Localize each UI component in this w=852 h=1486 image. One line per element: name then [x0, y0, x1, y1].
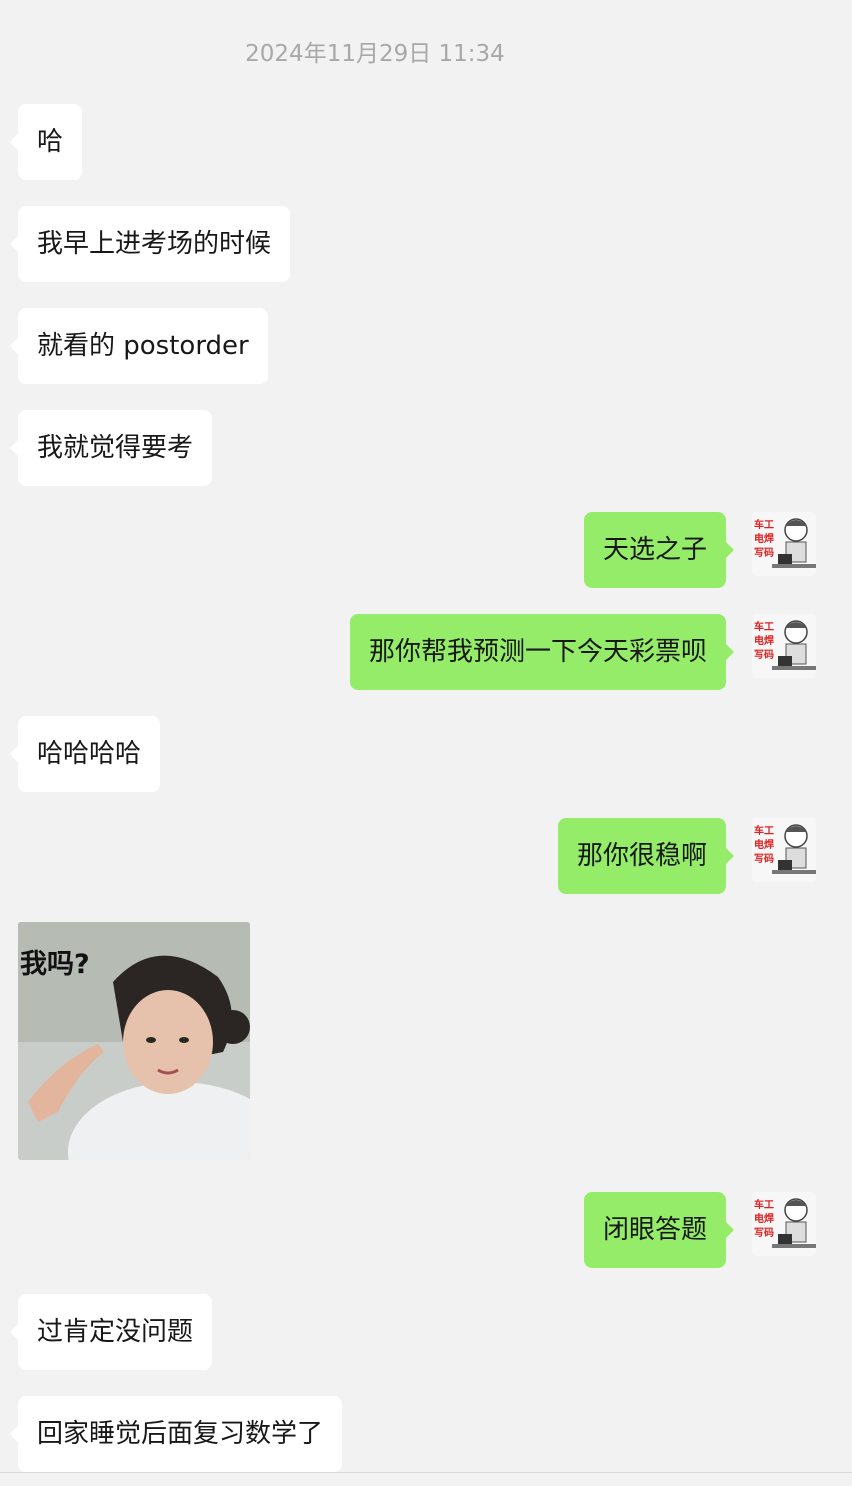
avatar-sign-line-1: 车工: [754, 518, 774, 531]
avatar-sign-line-3: 写码: [754, 1227, 774, 1239]
message-bubble-incoming[interactable]: 哈哈哈哈: [9, 716, 161, 792]
user-avatar[interactable]: 车工 电焊 写码: [752, 614, 816, 678]
avatar-sign-line-1: 车工: [754, 824, 774, 837]
message-bubble-incoming[interactable]: 就看的 postorder: [10, 308, 268, 384]
message-bubble-outgoing[interactable]: 天选之子: [583, 512, 735, 588]
user-avatar[interactable]: 车工 电焊 写码: [752, 512, 816, 576]
sticker-caption-text: 我吗?: [20, 949, 90, 980]
chat-timestamp: 2024年11月29日 11:34: [245, 41, 505, 67]
avatar-sign-line-3: 写码: [754, 547, 774, 559]
user-avatar[interactable]: 车工 电焊 写码: [752, 818, 816, 882]
message-bubble-incoming[interactable]: 我就觉得要考: [9, 410, 213, 486]
sticker-image[interactable]: 我吗?: [18, 922, 250, 1160]
user-avatar[interactable]: 车工 电焊 写码: [752, 1192, 816, 1256]
input-area-divider: [0, 1472, 852, 1473]
message-bubble-incoming[interactable]: 我早上进考场的时候: [9, 206, 291, 282]
message-bubble-outgoing[interactable]: 闭眼答题: [583, 1192, 735, 1268]
message-bubble-outgoing[interactable]: 那你帮我预测一下今天彩票呗: [349, 614, 735, 690]
avatar-sign-line-1: 车工: [754, 620, 774, 633]
avatar-sign-line-3: 写码: [754, 853, 774, 865]
message-bubble-outgoing[interactable]: 那你很稳啊: [557, 818, 735, 894]
cartoon-worker-avatar-icon: 车工 电焊 写码: [752, 614, 816, 678]
cartoon-worker-avatar-icon: 车工 电焊 写码: [752, 512, 816, 576]
avatar-sign-line-2: 电焊: [754, 532, 774, 545]
avatar-sign-line-2: 电焊: [754, 634, 774, 647]
message-bubble-incoming[interactable]: 哈: [9, 104, 83, 180]
avatar-sign-line-1: 车工: [754, 1198, 774, 1211]
message-bubble-incoming[interactable]: 回家睡觉后面复习数学了: [9, 1396, 343, 1472]
cartoon-worker-avatar-icon: 车工 电焊 写码: [752, 818, 816, 882]
message-bubble-incoming[interactable]: 过肯定没问题: [9, 1294, 213, 1370]
avatar-sign-line-2: 电焊: [754, 838, 774, 851]
avatar-sign-line-2: 电焊: [754, 1212, 774, 1225]
avatar-sign-line-3: 写码: [754, 649, 774, 661]
cartoon-worker-avatar-icon: 车工 电焊 写码: [752, 1192, 816, 1256]
